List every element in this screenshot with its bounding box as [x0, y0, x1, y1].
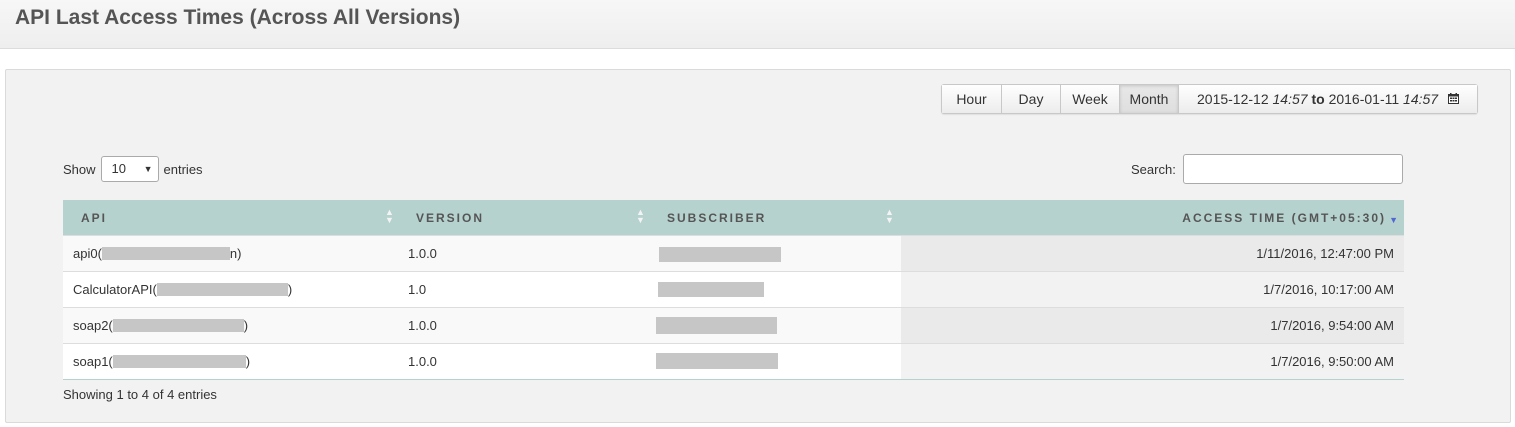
range-to-time: 14:57	[1403, 91, 1439, 107]
api-suffix: )	[245, 354, 251, 369]
page-title: API Last Access Times (Across All Versio…	[15, 6, 461, 29]
subscriber-cell	[651, 307, 901, 344]
calendar-icon[interactable]	[1447, 86, 1459, 114]
entries-length-control: Show 10 ▼ entries	[63, 156, 203, 182]
api-suffix: n)	[229, 246, 242, 261]
range-from-date: 2015-12-12	[1197, 91, 1269, 107]
page-header: API Last Access Times (Across All Versio…	[0, 0, 1515, 49]
table-header-row: API ▲ ▼ VERSION ▲ ▼ SUBSCRIBER ▲ ▼ ACCESS T…	[63, 200, 1404, 236]
range-hour-button[interactable]: Hour	[942, 85, 1002, 113]
search-label: Search:	[1131, 161, 1176, 177]
access-time-cell: 1/7/2016, 9:54:00 AM	[901, 307, 1404, 344]
show-label: Show	[63, 161, 96, 177]
redacted-block	[156, 283, 288, 296]
subscriber-cell	[651, 235, 901, 272]
api-name: soap1(	[73, 354, 113, 369]
table-row[interactable]: api0( n) 1.0.0 1/11/2016, 12:47:00 PM	[63, 235, 1404, 272]
api-name: CalculatorAPI(	[73, 282, 157, 297]
column-header-access-time[interactable]: ACCESS TIME (GMT+05:30) ▼	[901, 200, 1404, 236]
access-times-table: API ▲ ▼ VERSION ▲ ▼ SUBSCRIBER ▲ ▼ ACCESS T…	[63, 200, 1404, 380]
column-header-subscriber[interactable]: SUBSCRIBER ▲ ▼	[651, 200, 901, 236]
version-cell: 1.0	[400, 271, 651, 308]
access-time-cell: 1/7/2016, 10:17:00 AM	[901, 271, 1404, 308]
redacted-block	[658, 282, 764, 297]
redacted-block	[656, 317, 777, 334]
version-cell: 1.0.0	[400, 343, 651, 380]
time-range-selector: Hour Day Week Month 2015-12-12 14:57 to …	[941, 84, 1478, 114]
api-cell: api0( n)	[63, 235, 400, 272]
range-month-button[interactable]: Month	[1120, 85, 1179, 113]
range-day-button[interactable]: Day	[1002, 85, 1061, 113]
search-input[interactable]	[1182, 154, 1403, 184]
redacted-block	[656, 353, 778, 369]
api-suffix: )	[287, 282, 293, 297]
table-info: Showing 1 to 4 of 4 entries	[63, 387, 217, 402]
range-from-time: 14:57	[1272, 91, 1308, 107]
entries-per-page-value: 10	[111, 161, 126, 176]
redacted-block	[112, 355, 246, 368]
redacted-block	[659, 247, 781, 262]
sort-both-icon: ▲ ▼	[636, 207, 647, 225]
api-name: soap2(	[73, 318, 113, 333]
api-cell: soap2()	[63, 307, 400, 344]
entries-per-page-select[interactable]: 10 ▼	[100, 156, 159, 182]
table-row[interactable]: CalculatorAPI() 1.0 1/7/2016, 10:17:00 A…	[63, 271, 1404, 308]
version-cell: 1.0.0	[400, 307, 651, 344]
column-header-api[interactable]: API ▲ ▼	[63, 200, 400, 236]
api-suffix: )	[243, 318, 249, 333]
api-name: api0(	[73, 246, 102, 261]
version-cell: 1.0.0	[400, 235, 651, 272]
subscriber-cell	[651, 271, 901, 308]
table-row[interactable]: soap2() 1.0.0 1/7/2016, 9:54:00 AM	[63, 307, 1404, 344]
content-panel: Hour Day Week Month 2015-12-12 14:57 to …	[5, 69, 1511, 423]
subscriber-cell	[651, 343, 901, 380]
redacted-block	[101, 247, 230, 260]
redacted-block	[112, 319, 244, 332]
column-header-version[interactable]: VERSION ▲ ▼	[400, 200, 651, 236]
range-week-button[interactable]: Week	[1061, 85, 1120, 113]
api-cell: soap1()	[63, 343, 400, 380]
access-time-cell: 1/11/2016, 12:47:00 PM	[901, 235, 1404, 272]
sort-both-icon: ▲ ▼	[885, 207, 896, 225]
sort-desc-icon: ▼	[1389, 215, 1400, 225]
range-to-word: to	[1311, 91, 1325, 107]
chevron-down-icon: ▼	[143, 164, 153, 174]
sort-both-icon: ▲ ▼	[385, 207, 396, 225]
table-row[interactable]: soap1() 1.0.0 1/7/2016, 9:50:00 AM	[63, 343, 1404, 380]
search-control: Search:	[1131, 154, 1403, 184]
access-time-cell: 1/7/2016, 9:50:00 AM	[901, 343, 1404, 380]
date-range-picker[interactable]: 2015-12-12 14:57 to 2016-01-11 14:57	[1179, 85, 1477, 113]
entries-label: entries	[163, 161, 203, 177]
api-cell: CalculatorAPI()	[63, 271, 400, 308]
range-to-date: 2016-01-11	[1328, 91, 1400, 107]
